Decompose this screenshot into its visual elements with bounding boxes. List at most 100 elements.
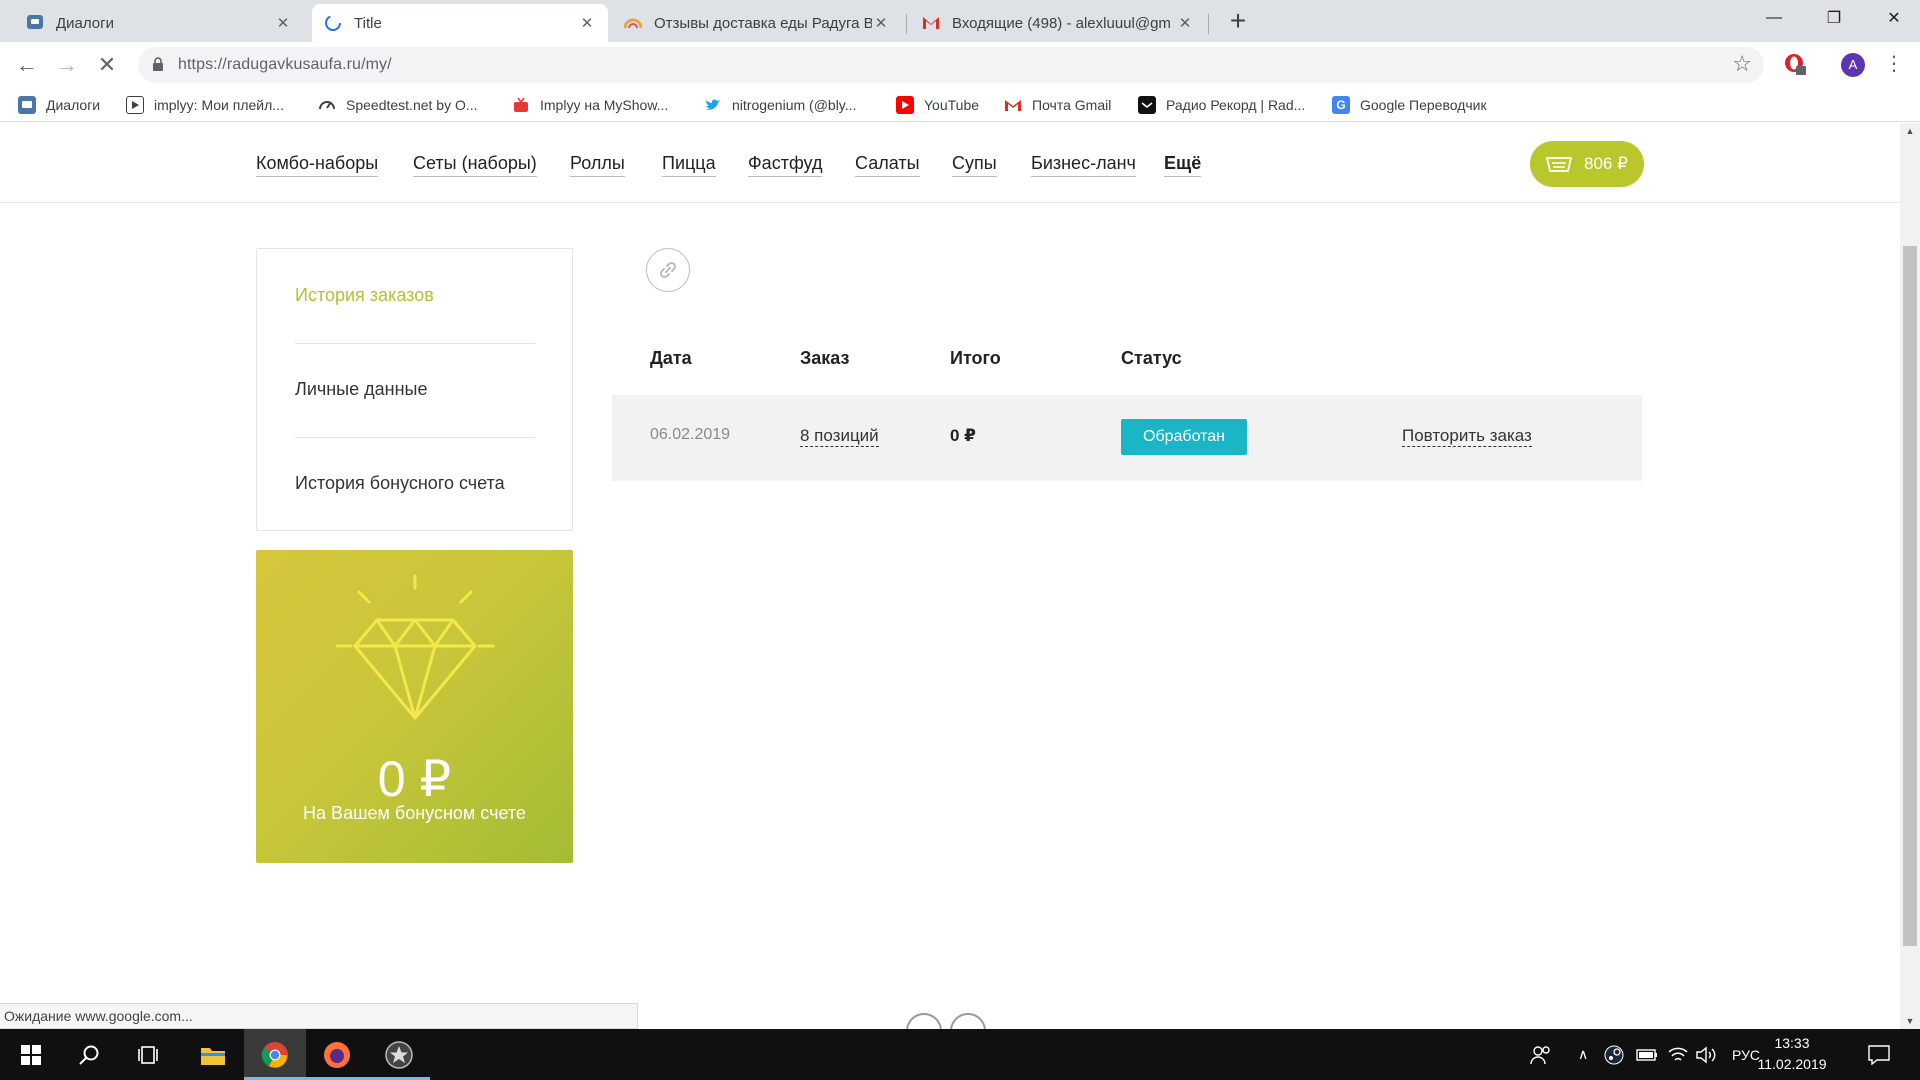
bonus-balance-card: 0 ₽ На Вашем бонусном счете: [256, 550, 573, 863]
youtube-icon: [896, 96, 914, 114]
scrollbar-thumb[interactable]: [1903, 246, 1917, 946]
tab-title: Входящие (498) - alexluuul@gm: [952, 14, 1171, 32]
profile-avatar[interactable]: A: [1841, 53, 1865, 77]
steam-tray-icon[interactable]: [1604, 1029, 1624, 1080]
show-hidden-icons-chevron-icon[interactable]: ∧: [1578, 1029, 1588, 1080]
browser-toolbar: ← → ✕ https://radugavkusaufa.ru/my/ ☆ A …: [0, 42, 1920, 88]
bonus-amount: 0 ₽: [377, 751, 452, 807]
cart-button[interactable]: 806 ₽: [1530, 141, 1644, 187]
tab-dialogi[interactable]: Диалоги ✕: [14, 4, 304, 42]
repeat-order-link[interactable]: Повторить заказ: [1402, 426, 1532, 447]
game-launcher-icon[interactable]: [368, 1029, 430, 1080]
sidebar-item-order-history[interactable]: История заказов: [295, 285, 434, 306]
gmail-icon: [1004, 96, 1022, 114]
tab-reviews[interactable]: Отзывы доставка еды Радуга Вк ✕: [612, 4, 902, 42]
new-tab-button[interactable]: +: [1222, 6, 1254, 38]
sidebar-divider: [295, 437, 535, 438]
twitter-icon: [704, 96, 722, 114]
volume-icon[interactable]: [1696, 1029, 1718, 1080]
nav-combo-sets[interactable]: Комбо-наборы: [256, 153, 379, 177]
bookmark-label: YouTube: [924, 97, 980, 113]
url-path: /my/: [361, 56, 392, 73]
order-items-link[interactable]: 8 позиций: [800, 426, 879, 447]
bookmark-implyy-playlists[interactable]: implyy: Мои плейл...: [126, 95, 284, 115]
nav-more[interactable]: Ещё: [1164, 153, 1202, 177]
opera-extension-icon[interactable]: [1783, 52, 1807, 76]
scroll-up-arrow[interactable]: ▲: [1900, 123, 1920, 139]
back-button[interactable]: ←: [12, 50, 42, 80]
table-row: 06.02.2019 8 позиций 0 ₽ Обработан Повто…: [612, 395, 1642, 481]
instagram-icon[interactable]: [950, 1013, 986, 1029]
bookmark-label: Google Переводчик: [1360, 97, 1487, 113]
notifications-icon[interactable]: [1868, 1029, 1890, 1080]
tab-gmail[interactable]: Входящие (498) - alexluuul@gm ✕: [910, 4, 1206, 42]
nav-sets[interactable]: Сеты (наборы): [413, 153, 537, 177]
bookmark-twitter[interactable]: nitrogenium (@bly...: [704, 95, 856, 115]
bookmark-dialogi[interactable]: Диалоги: [18, 95, 100, 115]
nav-rolls[interactable]: Роллы: [570, 153, 625, 177]
scroll-down-arrow[interactable]: ▼: [1900, 1013, 1920, 1029]
chat-icon: [26, 14, 44, 32]
stop-loading-button[interactable]: ✕: [92, 50, 122, 80]
bookmark-star-icon[interactable]: ☆: [1732, 51, 1752, 77]
file-explorer-icon[interactable]: [182, 1029, 244, 1080]
windows-start-icon[interactable]: [0, 1029, 62, 1080]
translate-icon: G: [1332, 96, 1350, 114]
order-total: 0 ₽: [950, 426, 977, 445]
close-icon[interactable]: ✕: [578, 14, 596, 32]
tab-divider: [1208, 14, 1209, 34]
nav-business-lunch[interactable]: Бизнес-ланч: [1031, 153, 1136, 177]
tab-title: Отзывы доставка еды Радуга Вк: [654, 14, 872, 32]
bookmark-radio-record[interactable]: Радио Рекорд | Rad...: [1138, 95, 1305, 115]
bookmark-label: implyy: Мои плейл...: [154, 97, 284, 113]
column-header-status: Статус: [1121, 348, 1182, 368]
tv-icon: [512, 96, 530, 114]
nav-soups[interactable]: Супы: [952, 153, 997, 177]
address-bar[interactable]: https://radugavkusaufa.ru/my/ ☆: [138, 47, 1764, 83]
browser-menu-icon[interactable]: ⋮: [1882, 52, 1906, 76]
network-icon[interactable]: [1668, 1029, 1688, 1080]
bookmark-label: Почта Gmail: [1032, 97, 1112, 113]
bookmark-google-translate[interactable]: G Google Переводчик: [1332, 95, 1487, 115]
search-icon[interactable]: [58, 1029, 120, 1080]
close-icon[interactable]: ✕: [1176, 14, 1194, 32]
nav-fastfood[interactable]: Фастфуд: [748, 153, 823, 177]
tab-title-active[interactable]: Title ✕: [312, 4, 608, 42]
loading-spinner-icon: [324, 14, 342, 32]
system-clock[interactable]: 13:33 11.02.2019: [1752, 1033, 1832, 1075]
bookmark-speedtest[interactable]: Speedtest.net by O...: [318, 95, 478, 115]
task-view-icon[interactable]: [118, 1029, 180, 1080]
link-icon[interactable]: [646, 248, 690, 292]
battery-icon[interactable]: [1636, 1029, 1658, 1080]
bookmark-gmail[interactable]: Почта Gmail: [1004, 95, 1111, 115]
people-icon[interactable]: [1530, 1029, 1552, 1080]
bookmark-myshows[interactable]: Implyy на MyShow...: [512, 95, 668, 115]
nav-pizza[interactable]: Пицца: [662, 153, 716, 177]
cart-total: 806 ₽: [1584, 154, 1628, 173]
clock-time: 13:33: [1774, 1035, 1810, 1051]
chat-icon: [18, 96, 36, 114]
minimize-button[interactable]: —: [1746, 0, 1802, 36]
sidebar-item-bonus-history[interactable]: История бонусного счета: [295, 473, 505, 494]
close-icon[interactable]: ✕: [274, 14, 292, 32]
browser-status-text: Ожидание www.google.com...: [0, 1003, 638, 1029]
restore-button[interactable]: ❐: [1806, 0, 1862, 36]
status-badge: Обработан: [1121, 419, 1247, 455]
firefox-taskbar-icon[interactable]: [306, 1029, 368, 1080]
nav-salads[interactable]: Салаты: [855, 153, 920, 177]
sidebar-item-personal-data[interactable]: Личные данные: [295, 379, 427, 400]
column-header-order: Заказ: [800, 348, 850, 368]
lock-icon: [153, 57, 163, 71]
browser-tab-strip: Диалоги ✕ Title ✕ Отзывы доставка еды Ра…: [0, 0, 1920, 42]
gmail-icon: [922, 14, 940, 32]
tab-title: Диалоги: [56, 14, 114, 32]
bonus-caption: На Вашем бонусном счете: [303, 803, 526, 823]
page-scrollbar[interactable]: ▲ ▼: [1900, 123, 1920, 1029]
bookmark-label: Speedtest.net by O...: [346, 97, 478, 113]
vk-icon[interactable]: [906, 1013, 942, 1029]
close-icon[interactable]: ✕: [872, 14, 890, 32]
forward-button[interactable]: →: [52, 50, 82, 80]
window-close-button[interactable]: ✕: [1866, 0, 1920, 36]
bookmark-youtube[interactable]: YouTube: [896, 95, 979, 115]
chrome-taskbar-icon[interactable]: [244, 1029, 306, 1080]
